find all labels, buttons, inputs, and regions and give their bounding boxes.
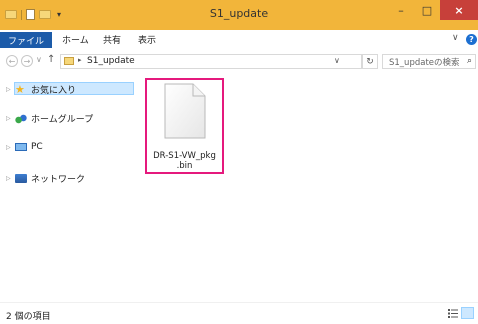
address-field[interactable]: ▸ S1_update ∨ bbox=[60, 54, 362, 69]
tab-file[interactable]: ファイル bbox=[0, 32, 52, 48]
file-name-line: DR-S1-VW_pkg bbox=[153, 151, 216, 161]
expand-arrow-icon[interactable]: ▷ bbox=[6, 86, 15, 93]
folder-icon bbox=[64, 57, 74, 65]
close-button[interactable]: × bbox=[440, 0, 478, 20]
nav-item-pc[interactable]: ▷ PC bbox=[6, 142, 43, 152]
forward-button[interactable]: → bbox=[21, 55, 33, 67]
large-icons-view-icon[interactable] bbox=[461, 307, 474, 319]
search-input[interactable]: S1_updateの検索 bbox=[389, 56, 460, 68]
breadcrumb-current[interactable]: S1_update bbox=[87, 56, 135, 66]
search-box[interactable]: S1_updateの検索 ⌕ bbox=[382, 54, 476, 69]
tab-home[interactable]: ホーム bbox=[62, 33, 89, 46]
document-icon[interactable] bbox=[163, 83, 207, 139]
nav-item-network[interactable]: ▷ ネットワーク bbox=[6, 172, 85, 185]
expand-ribbon-icon[interactable]: ∨ bbox=[452, 33, 459, 43]
refresh-button[interactable]: ↻ bbox=[362, 54, 378, 69]
help-icon[interactable]: ? bbox=[466, 34, 477, 45]
tab-share[interactable]: 共有 bbox=[103, 33, 121, 46]
network-icon bbox=[15, 174, 27, 183]
file-name-label[interactable]: DR-S1-VW_pkg .bin bbox=[145, 151, 224, 171]
ribbon-tabs: ファイル ホーム 共有 表示 ∨ ? bbox=[0, 30, 478, 51]
title-bar: ▾ S1_update – □ × bbox=[0, 0, 478, 30]
item-count: 2 個の項目 bbox=[6, 312, 51, 322]
expand-arrow-icon[interactable]: ▷ bbox=[6, 175, 15, 182]
tab-view[interactable]: 表示 bbox=[138, 33, 156, 46]
status-bar: 2 個の項目 bbox=[0, 302, 478, 324]
nav-item-label: ホームグループ bbox=[31, 115, 94, 125]
breadcrumb-separator-icon[interactable]: ▸ bbox=[78, 56, 82, 64]
address-history-dropdown-icon[interactable]: ∨ bbox=[334, 56, 340, 65]
expand-arrow-icon[interactable]: ▷ bbox=[6, 144, 15, 151]
nav-item-homegroup[interactable]: ▷ ホームグループ bbox=[6, 112, 93, 125]
address-toolbar: ← → ∨ ↑ ▸ S1_update ∨ ↻ S1_updateの検索 ⌕ bbox=[0, 50, 478, 75]
up-button[interactable]: ↑ bbox=[47, 54, 55, 65]
navigation-pane: ▷ ★ お気に入り ▷ ホームグループ ▷ PC ▷ ネットワーク bbox=[0, 74, 138, 302]
homegroup-icon bbox=[15, 113, 27, 124]
details-view-icon[interactable] bbox=[448, 309, 458, 318]
nav-item-label: PC bbox=[31, 142, 43, 152]
expand-arrow-icon[interactable]: ▷ bbox=[6, 115, 15, 122]
recent-locations-icon[interactable]: ∨ bbox=[36, 55, 42, 64]
computer-icon bbox=[15, 143, 27, 151]
back-button[interactable]: ← bbox=[6, 55, 18, 67]
file-extension-line: .bin bbox=[176, 161, 193, 171]
star-icon: ★ bbox=[15, 82, 25, 96]
minimize-button[interactable]: – bbox=[388, 0, 414, 20]
maximize-button[interactable]: □ bbox=[414, 0, 440, 20]
nav-item-favorites[interactable]: ▷ ★ お気に入り bbox=[6, 82, 77, 97]
nav-item-label: ネットワーク bbox=[31, 175, 86, 185]
nav-item-label: お気に入り bbox=[31, 86, 77, 96]
search-icon: ⌕ bbox=[466, 56, 472, 66]
